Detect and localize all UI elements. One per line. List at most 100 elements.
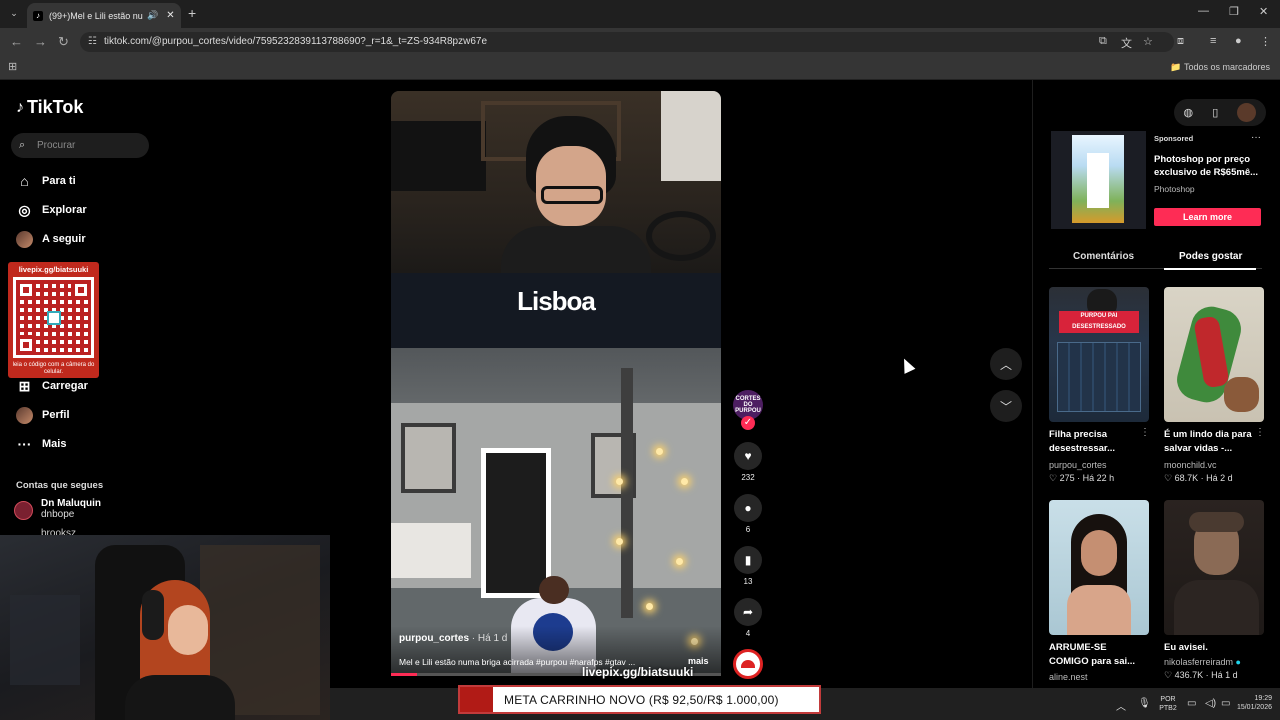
nav-following[interactable]: A seguir: [16, 229, 86, 249]
close-window-icon[interactable]: ✕: [1259, 5, 1268, 18]
clock[interactable]: 19:29 15/01/2026: [1222, 694, 1272, 712]
keyboard-language[interactable]: POR PTB2: [1157, 695, 1179, 713]
suggested-video-user[interactable]: aline.nest: [1049, 672, 1088, 682]
account-handle: dnbope: [41, 509, 75, 520]
restore-icon[interactable]: ❐: [1229, 5, 1239, 18]
nav-for-you[interactable]: ⌂ Para ti: [16, 171, 75, 191]
heart-outline-icon: ♡: [1164, 473, 1173, 483]
browser-tab-strip: ⌄ ♪ (99+)Mel e Lili estão numa 🔊 ✕ + — ❐…: [0, 0, 1280, 28]
extensions-icon[interactable]: ⧈: [1177, 35, 1184, 48]
card-more-icon[interactable]: ⋮: [1140, 427, 1150, 438]
video-author[interactable]: purpou_cortes · Há 1 d: [399, 633, 507, 644]
tiktok-logo[interactable]: ♪ TikTok: [16, 97, 83, 118]
suggested-video-thumb[interactable]: [1164, 287, 1264, 422]
chevron-down-icon: ﹀: [999, 399, 1012, 414]
following-avatar: [16, 230, 33, 248]
ad-more-icon[interactable]: ···: [1251, 132, 1261, 143]
tab-close-icon[interactable]: ✕: [166, 10, 174, 21]
device-icon[interactable]: ▯: [1212, 106, 1218, 119]
next-video-button[interactable]: ﹀: [990, 390, 1022, 422]
suggested-video-stats: ♡ 68.7K · Há 2 d: [1164, 473, 1233, 483]
forward-icon[interactable]: →: [34, 34, 47, 49]
suggested-video-user[interactable]: purpou_cortes: [1049, 460, 1107, 470]
share-icon: ➦: [734, 598, 762, 626]
active-tab-indicator: [1164, 268, 1256, 270]
profile-icon[interactable]: ●: [1235, 35, 1242, 47]
suggested-video-thumb[interactable]: [1049, 500, 1149, 635]
suggested-video-title[interactable]: Filha precisa desestressar...: [1049, 428, 1141, 456]
suggested-video-title[interactable]: É um lindo dia para salvar vidas -...: [1164, 428, 1256, 456]
tab-you-may-like[interactable]: Podes gostar: [1179, 251, 1242, 262]
save-button[interactable]: ▮ 13: [733, 546, 763, 586]
like-button[interactable]: ♥ 232: [733, 442, 763, 482]
chrome-menu-icon[interactable]: ⋮: [1260, 35, 1271, 48]
suggested-video-title[interactable]: ARRUME-SE COMIGO para sai...: [1049, 641, 1141, 669]
nav-more[interactable]: ··· Mais: [16, 434, 67, 454]
chevron-up-icon: ︿: [999, 357, 1012, 372]
media-control-icon[interactable]: ≡: [1210, 35, 1216, 47]
all-bookmarks[interactable]: 📁 Todos os marcadores: [1170, 62, 1270, 73]
coins-icon[interactable]: ◍: [1184, 106, 1194, 119]
mouse-cursor-icon: [898, 356, 916, 374]
ad-title[interactable]: Photoshop por preço exclusivo de R$65mê.…: [1154, 153, 1262, 179]
more-icon: ···: [17, 436, 32, 452]
translate-icon[interactable]: 文: [1121, 35, 1132, 51]
address-bar[interactable]: ☷ tiktok.com/@purpou_cortes/video/759523…: [80, 32, 1174, 52]
volume-icon[interactable]: ◁): [1205, 698, 1216, 709]
ad-thumbnail[interactable]: [1051, 131, 1146, 229]
all-bookmarks-label: Todos os marcadores: [1183, 62, 1270, 72]
ad-learn-more-button[interactable]: Learn more: [1154, 208, 1261, 226]
compass-icon: ◎: [18, 201, 31, 218]
url-text: tiktok.com/@purpou_cortes/video/75952328…: [104, 36, 488, 47]
previous-video-button[interactable]: ︿: [990, 348, 1022, 380]
reload-icon[interactable]: ↻: [58, 34, 69, 50]
tray-chevron-up-icon[interactable]: ︿: [1116, 698, 1126, 713]
follow-check-icon[interactable]: ✓: [741, 416, 755, 430]
tiktok-logo-text: TikTok: [27, 97, 84, 117]
browser-tab[interactable]: ♪ (99+)Mel e Lili estão numa 🔊 ✕: [27, 3, 181, 28]
nav-explore[interactable]: ◎ Explorar: [16, 200, 86, 220]
user-avatar[interactable]: [1237, 103, 1257, 122]
network-icon[interactable]: ▭: [1187, 698, 1196, 709]
suggested-video-title[interactable]: Eu avisei.: [1164, 641, 1256, 655]
thumb-caption: PURPOU PAI DESESTRESSADO: [1059, 311, 1139, 333]
sound-disc-icon[interactable]: [733, 649, 763, 679]
nav-upload[interactable]: ⊞ Carregar: [16, 376, 88, 396]
nav-profile[interactable]: Perfil: [16, 405, 70, 425]
suggested-video-user[interactable]: moonchild.vc: [1164, 460, 1217, 470]
share-count: 4: [745, 629, 751, 638]
minimize-icon[interactable]: —: [1198, 5, 1209, 17]
new-tab-icon[interactable]: +: [188, 5, 196, 21]
bookmark-star-icon[interactable]: ☆: [1143, 35, 1153, 48]
suggested-video-thumb[interactable]: [1164, 500, 1264, 635]
back-icon[interactable]: ←: [10, 34, 23, 49]
share-button[interactable]: ➦ 4: [733, 598, 763, 638]
install-app-icon[interactable]: ⧉: [1099, 35, 1107, 48]
tab-audio-icon[interactable]: 🔊: [147, 10, 158, 21]
comment-button[interactable]: ● 6: [733, 494, 763, 534]
nav-following-label: A seguir: [42, 233, 86, 245]
suggested-video-user[interactable]: nikolasferreiradm ●: [1164, 657, 1241, 667]
microphone-icon[interactable]: 🎙: [1138, 698, 1151, 709]
page: { "browser": { "tab_title": "(99+)Mel e …: [0, 0, 1280, 720]
streamer-cam-in-video: [391, 91, 721, 276]
apps-grid-icon[interactable]: ⊞: [8, 60, 17, 73]
search-placeholder: Procurar: [37, 140, 76, 151]
livepix-overlay-text: livepix.gg/biatsuuki: [582, 665, 694, 679]
card-more-icon[interactable]: ⋮: [1255, 427, 1265, 438]
suggested-video-thumb[interactable]: PURPOU PAI DESESTRESSADO: [1049, 287, 1149, 422]
video-player[interactable]: Lisboa: [391, 91, 721, 676]
search-input[interactable]: ⌕ Procurar: [11, 133, 149, 158]
tab-search-icon[interactable]: ⌄: [6, 5, 22, 21]
following-account[interactable]: Dn Maluquin dnbope: [14, 498, 101, 520]
clock-time: 19:29: [1254, 695, 1272, 702]
bookmark-icon: ▮: [734, 546, 762, 574]
video-author-name: purpou_cortes: [399, 633, 470, 644]
search-icon: ⌕: [19, 139, 26, 151]
heart-outline-icon: ♡: [1049, 473, 1058, 483]
following-section-title: Contas que segues: [16, 480, 104, 491]
suggested-video-stats: ♡ 436.7K · Há 1 d: [1164, 670, 1238, 680]
site-info-icon[interactable]: ☷: [88, 32, 97, 52]
tiktok-note-icon: ♪: [16, 98, 24, 116]
tab-comments[interactable]: Comentários: [1073, 251, 1134, 262]
